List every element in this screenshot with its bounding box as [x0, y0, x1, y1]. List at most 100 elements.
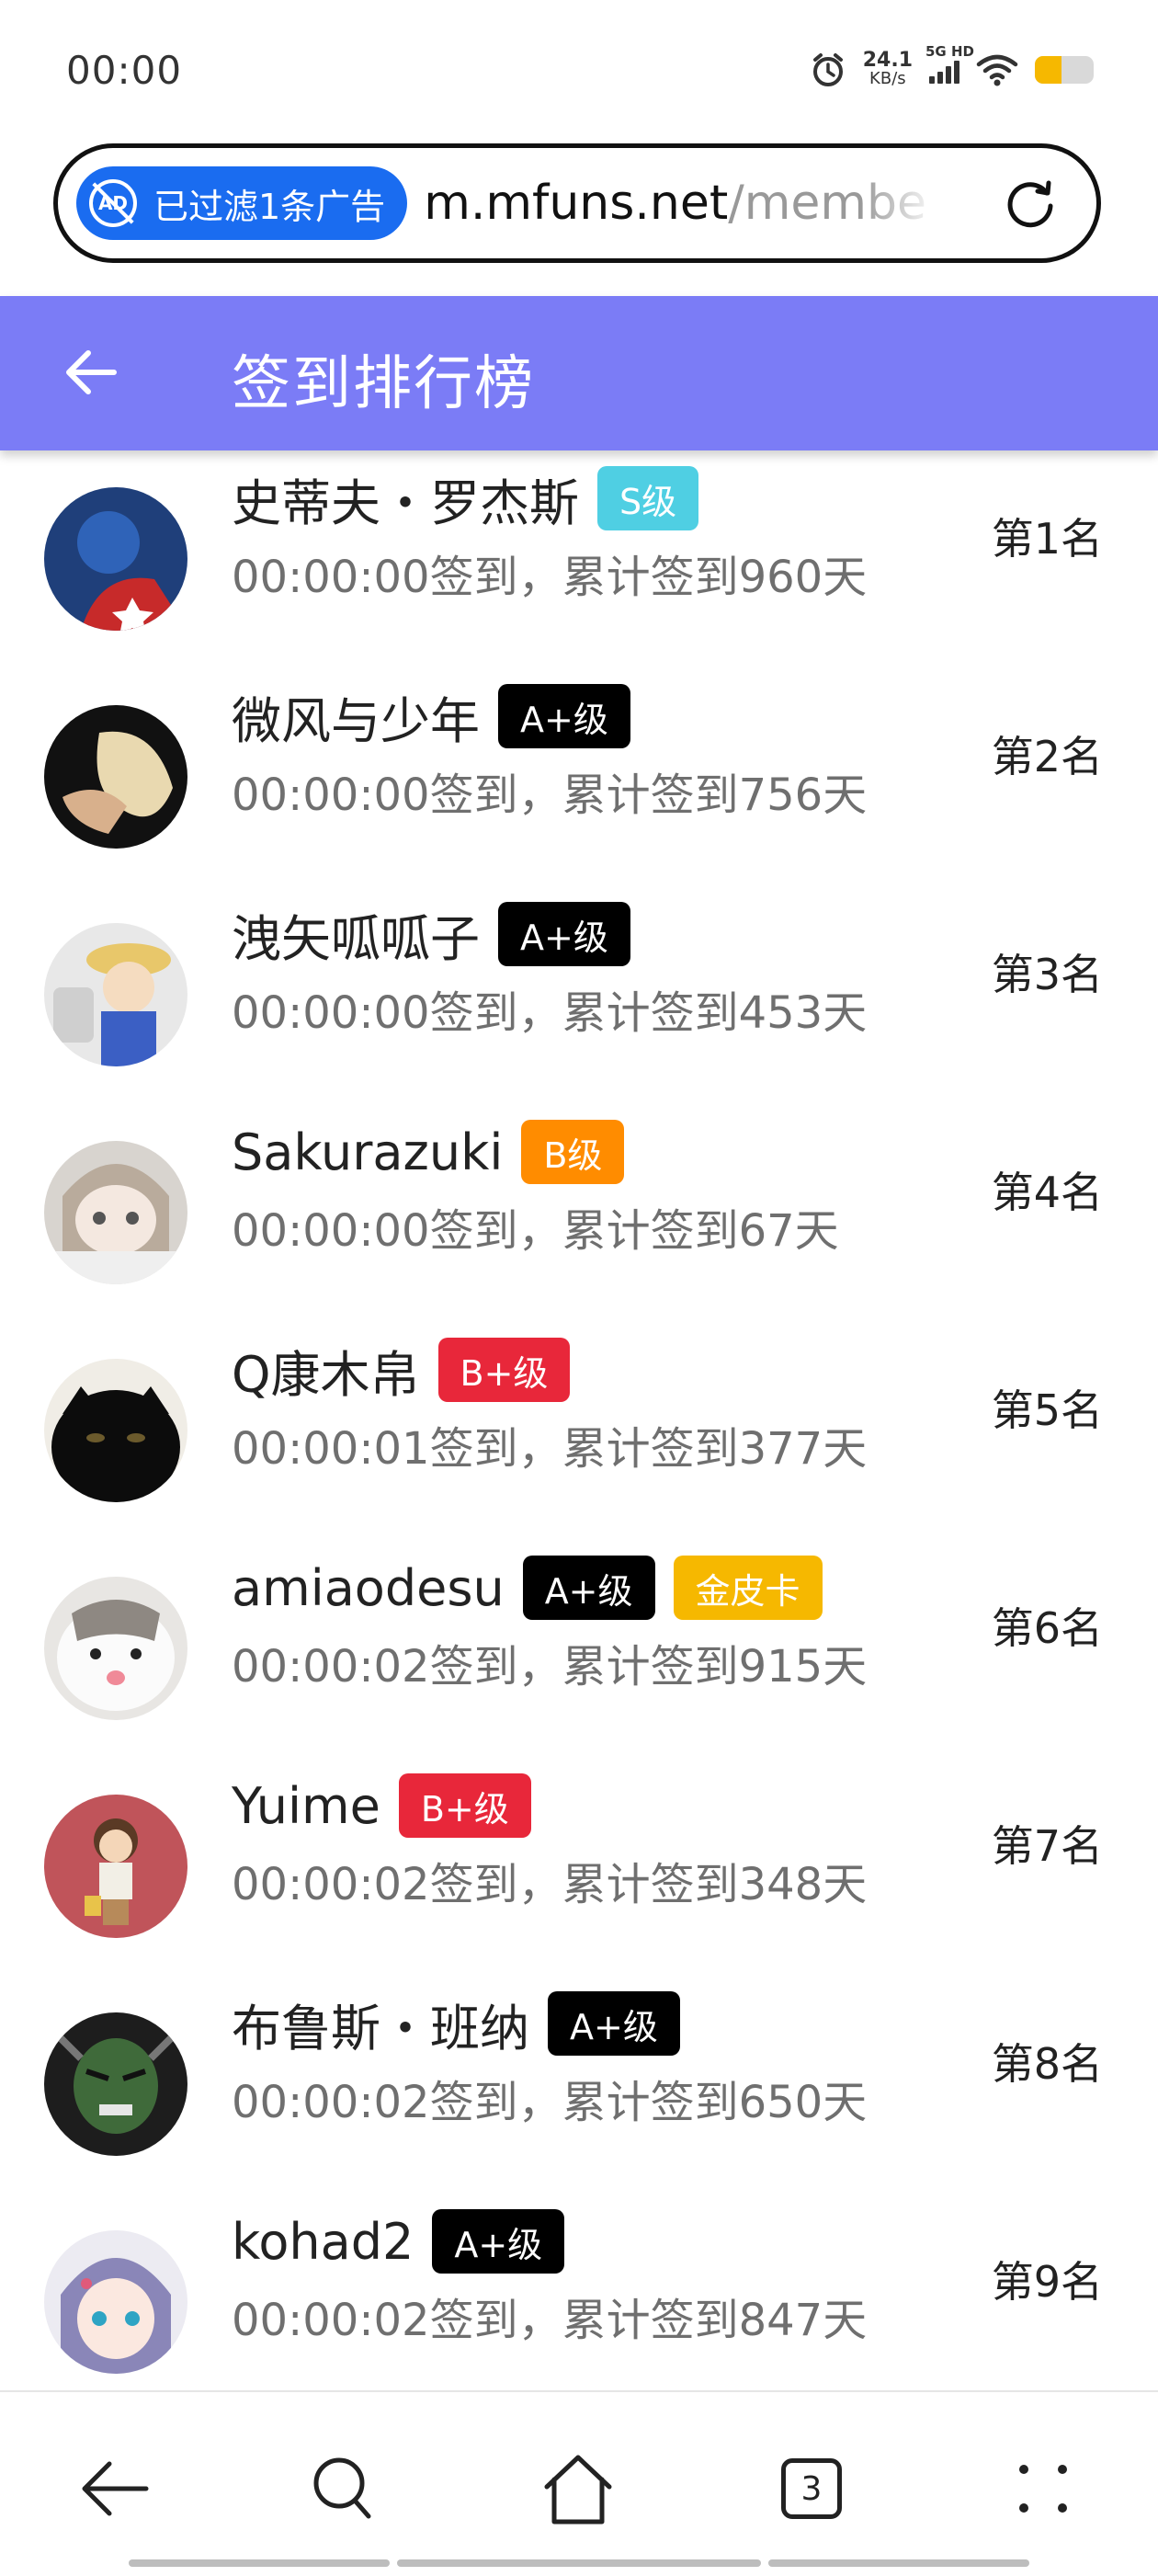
nav-home-button[interactable]: [537, 2447, 619, 2530]
figure-avatar[interactable]: [44, 923, 187, 1066]
level-badge: B+级: [398, 1773, 531, 1838]
gesture-bar-right: [768, 2559, 1029, 2567]
rank-list: 史蒂夫・罗杰斯 S级 00:00:00签到，累计签到960天 第1名微风与少年 A+级 0…: [0, 450, 1158, 2390]
rank-label: 第5名: [991, 1385, 1103, 1435]
name-line: 布鲁斯・班纳 A+级: [232, 1989, 680, 2058]
rank-row[interactable]: Q康木帛 B+级 00:00:01签到，累计签到377天 第5名: [0, 1322, 1158, 1540]
tabs-icon: 3: [781, 2458, 842, 2519]
nav-back-button[interactable]: [74, 2447, 156, 2530]
ad-filter-label: 已过滤1条广告: [153, 186, 386, 227]
captain-avatar[interactable]: [44, 487, 187, 631]
bottom-nav: 3: [0, 2390, 1158, 2576]
name-line: 洩矢呱呱子 A+级: [232, 899, 630, 969]
status-bar: 00:00 24.1 KB/s 5G HD: [0, 0, 1158, 138]
rank-row[interactable]: Sakurazuki B级 00:00:00签到，累计签到67天 第4名: [0, 1104, 1158, 1322]
level-badge: A+级: [432, 2209, 565, 2274]
rank-label: 第6名: [991, 1603, 1103, 1653]
user-name[interactable]: kohad2: [232, 2213, 414, 2271]
signin-summary: 00:00:02签到，累计签到847天: [232, 2295, 868, 2346]
signin-summary: 00:00:01签到，累计签到377天: [232, 1423, 868, 1475]
level-badge: B+级: [437, 1338, 571, 1402]
anime-blue-hair-avatar[interactable]: [44, 2230, 187, 2374]
network-label: 5G HD: [925, 43, 974, 60]
name-line: Q康木帛 B+级: [232, 1334, 571, 1407]
rank-label: 第3名: [991, 950, 1103, 999]
signin-summary: 00:00:00签到，累计签到67天: [232, 1205, 839, 1257]
gesture-bar-center: [397, 2559, 761, 2567]
url-bar[interactable]: AD 已过滤1条广告 m.mfuns.net/membe: [53, 143, 1101, 263]
rank-row[interactable]: 洩矢呱呱子 A+级 00:00:00签到，累计签到453天 第3名: [0, 886, 1158, 1104]
signal-icon: 5G HD: [925, 43, 974, 84]
net-speed-unit: KB/s: [869, 69, 906, 88]
name-line: Yuime B+级: [232, 1771, 531, 1841]
nav-tabs-button[interactable]: 3: [770, 2447, 853, 2530]
gesture-bar-left: [129, 2559, 390, 2567]
rank-row[interactable]: 微风与少年 A+级 00:00:00签到，累计签到756天 第2名: [0, 668, 1158, 886]
battery-fill: [1035, 56, 1062, 84]
net-speed: 24.1 KB/s: [863, 51, 913, 88]
rank-row[interactable]: 布鲁斯・班纳 A+级 00:00:02签到，累计签到650天 第8名: [0, 1976, 1158, 2194]
signin-summary: 00:00:00签到，累计签到453天: [232, 987, 868, 1039]
name-line: 史蒂夫・罗杰斯 S级: [232, 462, 699, 535]
alarm-icon: [812, 53, 843, 86]
user-name[interactable]: Q康木帛: [232, 1334, 420, 1407]
net-speed-value: 24.1: [862, 49, 913, 72]
name-line: kohad2 A+级: [232, 2206, 565, 2276]
nav-menu-button[interactable]: [1002, 2447, 1084, 2530]
signin-summary: 00:00:02签到，累计签到915天: [232, 1641, 868, 1693]
url-path: /membe: [728, 176, 927, 231]
level-badge: A+级: [548, 1991, 680, 2056]
rank-row[interactable]: Yuime B+级 00:00:02签到，累计签到348天 第7名: [0, 1758, 1158, 1976]
wifi-icon: [976, 54, 1018, 86]
anime-girl-avatar[interactable]: [44, 1141, 187, 1284]
ad-filter-pill[interactable]: AD 已过滤1条广告: [76, 166, 408, 240]
cartoon-girl-avatar[interactable]: [44, 1795, 187, 1938]
signin-summary: 00:00:02签到，累计签到650天: [232, 2077, 868, 2128]
page-title: 签到排行榜: [232, 350, 535, 418]
user-name[interactable]: amiaodesu: [232, 1559, 505, 1617]
app-header: 签到排行榜: [0, 296, 1158, 450]
search-icon: [313, 2457, 371, 2519]
signin-summary: 00:00:00签到，累计签到756天: [232, 769, 868, 821]
user-name[interactable]: 史蒂夫・罗杰斯: [232, 462, 579, 535]
hulk-avatar[interactable]: [44, 2012, 187, 2156]
level-badge: S级: [597, 466, 699, 530]
ad-block-icon: AD: [89, 179, 137, 227]
black-cat-avatar[interactable]: [44, 1359, 187, 1502]
rank-label: 第1名: [991, 514, 1103, 564]
rank-label: 第9名: [991, 2257, 1103, 2307]
rank-row[interactable]: amiaodesu A+级 金皮卡 00:00:02签到，累计签到915天 第6名: [0, 1540, 1158, 1758]
url-host: m.mfuns.net: [424, 176, 729, 231]
name-line: amiaodesu A+级 金皮卡: [232, 1553, 823, 1623]
user-name[interactable]: 微风与少年: [232, 680, 480, 753]
battery-icon: [1035, 56, 1094, 84]
reload-icon[interactable]: [1005, 178, 1056, 230]
home-icon: [544, 2455, 612, 2525]
name-line: Sakurazuki B级: [232, 1117, 625, 1187]
user-name[interactable]: Yuime: [232, 1777, 380, 1835]
rank-label: 第4名: [991, 1168, 1103, 1217]
nav-search-button[interactable]: [303, 2447, 386, 2530]
status-time: 00:00: [66, 48, 183, 93]
level-badge: B级: [521, 1120, 625, 1184]
status-icons: 24.1 KB/s 5G HD: [810, 43, 1094, 90]
back-icon: [82, 2461, 149, 2516]
url-text[interactable]: m.mfuns.net/membe: [424, 176, 938, 231]
level-badge: A+级: [498, 902, 630, 966]
rank-row[interactable]: 史蒂夫・罗杰斯 S级 00:00:00签到，累计签到960天 第1名: [0, 450, 1158, 668]
anime-avatar[interactable]: [44, 705, 187, 849]
user-name[interactable]: 布鲁斯・班纳: [232, 1988, 529, 2060]
rank-row[interactable]: kohad2 A+级 00:00:02签到，累计签到847天 第9名: [0, 2194, 1158, 2390]
user-name[interactable]: 洩矢呱呱子: [232, 898, 480, 971]
rank-label: 第7名: [991, 1821, 1103, 1871]
level-badge: A+级: [522, 1556, 655, 1620]
rank-label: 第2名: [991, 732, 1103, 781]
user-name[interactable]: Sakurazuki: [232, 1123, 503, 1181]
name-line: 微风与少年 A+级: [232, 681, 630, 751]
level-badge: 金皮卡: [673, 1556, 823, 1620]
signin-summary: 00:00:02签到，累计签到348天: [232, 1859, 868, 1910]
white-cat-avatar[interactable]: [44, 1577, 187, 1720]
signin-summary: 00:00:00签到，累计签到960天: [232, 552, 868, 603]
back-arrow-icon[interactable]: [61, 342, 121, 403]
level-badge: A+级: [498, 684, 630, 748]
